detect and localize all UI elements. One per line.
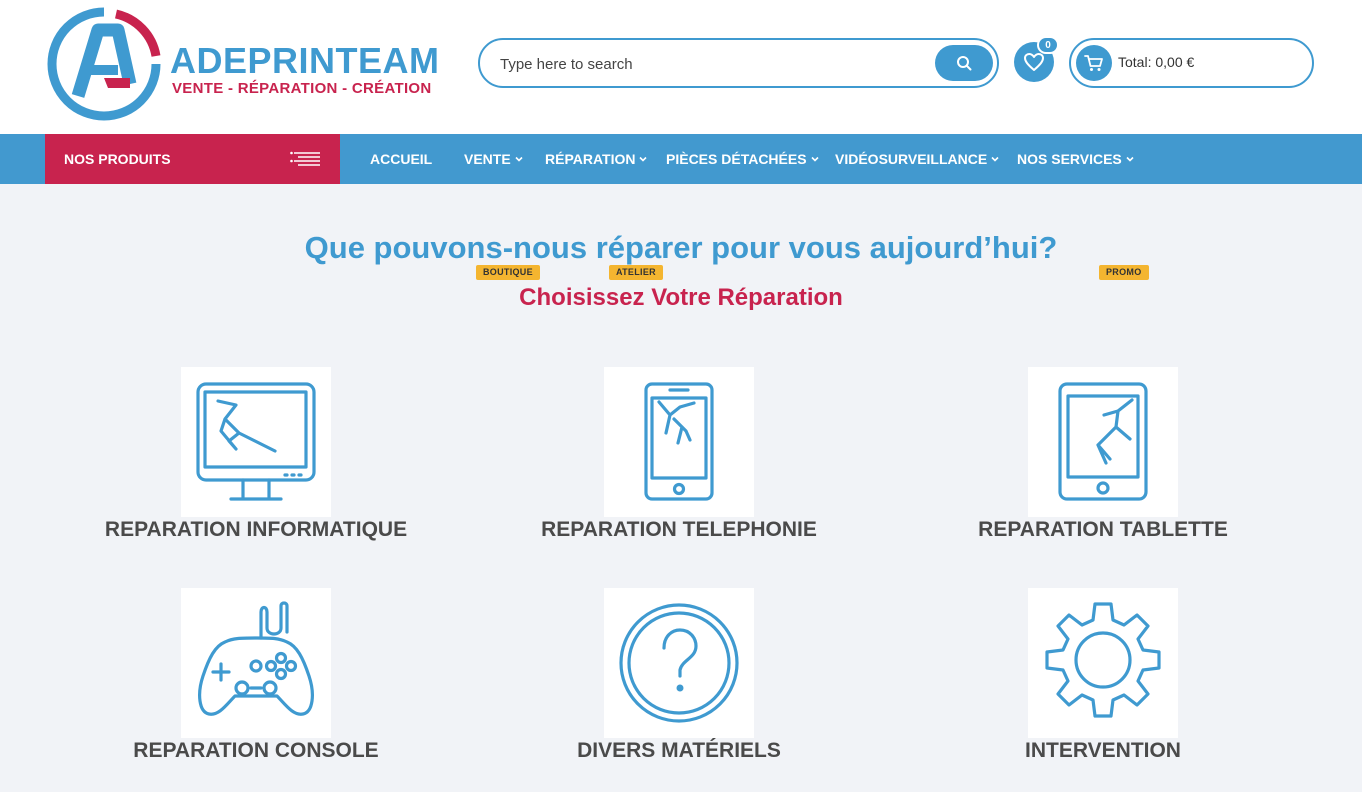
chevron-down-icon: [991, 156, 999, 162]
cart-button[interactable]: Total: 0,00 €: [1069, 38, 1314, 88]
category-card-tablette[interactable]: [1028, 367, 1178, 517]
nav-item-reparation[interactable]: RÉPARATION: [545, 151, 648, 167]
products-menu-button[interactable]: NOS PRODUITS: [45, 134, 340, 184]
search-bar: [478, 38, 999, 88]
broken-phone-icon: [644, 382, 714, 501]
site-header: ADEPRINTEAM VENTE - RÉPARATION - CRÉATIO…: [0, 0, 1362, 134]
nav-item-nos-services[interactable]: NOS SERVICES: [1017, 151, 1135, 167]
nav-item-pieces-detachees[interactable]: PIÈCES DÉTACHÉES: [666, 151, 820, 167]
search-icon: [957, 56, 972, 71]
cart-icon: [1076, 45, 1112, 81]
category-label-tablette[interactable]: REPARATION TABLETTE: [893, 518, 1313, 542]
nav-item-label: PIÈCES DÉTACHÉES: [666, 151, 807, 167]
search-button[interactable]: [935, 45, 993, 81]
question-icon: [619, 603, 739, 723]
nav-badge-promo: PROMO: [1099, 265, 1149, 280]
main-navigation: NOS PRODUITS ACCUEIL VENTE BOUTIQUE RÉPA…: [0, 134, 1362, 280]
gamepad-icon: [198, 601, 314, 716]
heart-icon: [1024, 53, 1044, 71]
broken-tablet-icon: [1058, 382, 1148, 501]
nav-item-label: NOS SERVICES: [1017, 151, 1122, 167]
products-menu-label: NOS PRODUITS: [64, 151, 171, 167]
category-card-telephonie[interactable]: [604, 367, 754, 517]
nav-item-label: ACCUEIL: [370, 151, 433, 167]
chevron-down-icon: [639, 156, 648, 162]
broken-monitor-icon: [196, 382, 316, 501]
page-title: Que pouvons-nous réparer pour vous aujou…: [304, 230, 1058, 265]
nav-item-vente[interactable]: VENTE: [464, 151, 524, 167]
category-label-intervention[interactable]: INTERVENTION: [893, 739, 1313, 763]
category-card-console[interactable]: [181, 588, 331, 738]
category-label-telephonie[interactable]: REPARATION TELEPHONIE: [469, 518, 889, 542]
category-label-informatique[interactable]: REPARATION INFORMATIQUE: [46, 518, 466, 542]
nav-badge-boutique: BOUTIQUE: [476, 265, 540, 280]
category-card-informatique[interactable]: [181, 367, 331, 517]
nav-item-label: VENTE: [464, 151, 511, 167]
nav-item-accueil[interactable]: ACCUEIL: [370, 151, 432, 167]
gear-icon: [1045, 602, 1161, 718]
category-card-intervention[interactable]: [1028, 588, 1178, 738]
nav-item-videosurveillance[interactable]: VIDÉOSURVEILLANCE: [835, 151, 1000, 167]
logo-tagline: VENTE - RÉPARATION - CRÉATION: [172, 80, 432, 97]
page-subtitle: Choisissez Votre Réparation: [519, 284, 843, 311]
category-label-divers[interactable]: DIVERS MATÉRIELS: [469, 739, 889, 763]
chevron-down-icon: [1126, 156, 1134, 162]
menu-lines-icon: [290, 151, 320, 166]
logo-mark-icon: [47, 7, 161, 121]
nav-badge-atelier: ATELIER: [609, 265, 663, 280]
nav-item-label: VIDÉOSURVEILLANCE: [835, 151, 988, 167]
site-logo[interactable]: ADEPRINTEAM VENTE - RÉPARATION - CRÉATIO…: [46, 6, 456, 121]
chevron-down-icon: [810, 156, 819, 162]
wishlist-count-badge: 0: [1037, 36, 1059, 54]
cart-total: Total: 0,00 €: [1118, 54, 1195, 70]
category-card-divers[interactable]: [604, 588, 754, 738]
category-label-console[interactable]: REPARATION CONSOLE: [46, 739, 466, 763]
logo-name: ADEPRINTEAM: [170, 40, 440, 81]
chevron-down-icon: [515, 156, 523, 162]
search-input[interactable]: [500, 52, 920, 76]
nav-item-label: RÉPARATION: [545, 151, 636, 167]
